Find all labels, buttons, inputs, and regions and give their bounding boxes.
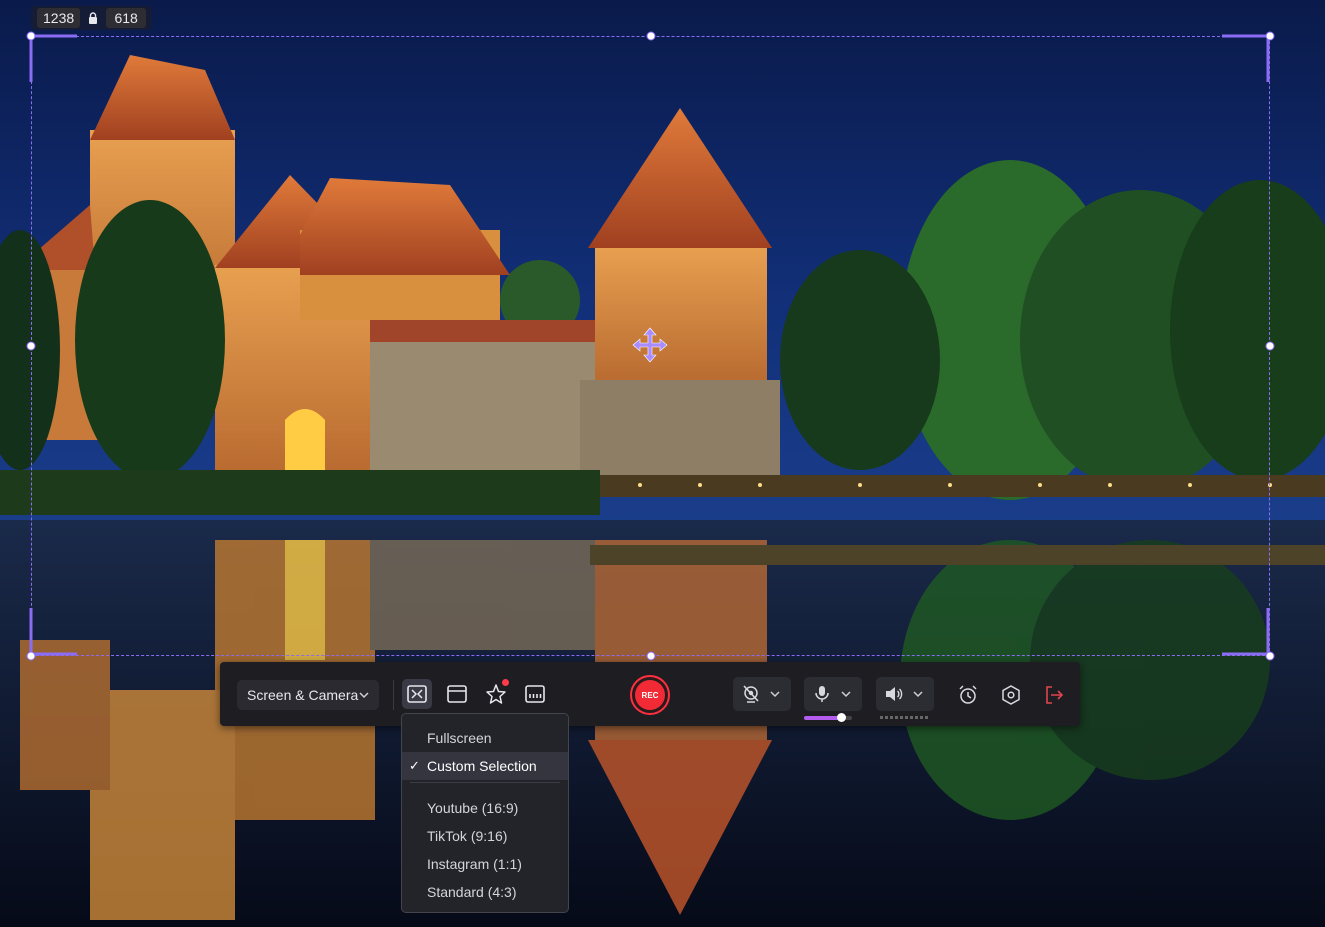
system-audio-dropdown[interactable] xyxy=(876,677,934,711)
effects-button[interactable] xyxy=(481,679,511,709)
menu-item-youtube[interactable]: Youtube (16:9) xyxy=(402,794,568,822)
webcam-dropdown[interactable] xyxy=(733,677,791,711)
chevron-down-icon xyxy=(841,691,851,698)
toolbar-divider xyxy=(393,680,394,710)
corner-bracket-top-left[interactable] xyxy=(29,34,79,84)
menu-item-standard[interactable]: Standard (4:3) xyxy=(402,878,568,906)
subtitles-icon xyxy=(525,685,545,703)
resize-handle-bottom[interactable] xyxy=(646,651,656,661)
resize-handle-bottom-left[interactable] xyxy=(26,651,36,661)
resize-handle-top-right[interactable] xyxy=(1265,31,1275,41)
exit-button[interactable] xyxy=(1041,682,1067,708)
effects-icon xyxy=(486,684,506,704)
menu-item-custom-selection[interactable]: ✓ Custom Selection xyxy=(402,752,568,780)
recording-mode-label: Screen & Camera xyxy=(247,687,359,703)
settings-icon xyxy=(1002,685,1020,705)
microphone-volume-knob[interactable] xyxy=(836,713,846,722)
selection-size-indicator: 1238 618 xyxy=(31,6,153,30)
window-capture-button[interactable] xyxy=(442,679,472,709)
resize-handle-bottom-right[interactable] xyxy=(1265,651,1275,661)
menu-item-label: Instagram (1:1) xyxy=(427,856,522,872)
recording-toolbar: Screen & Camera REC xyxy=(220,662,1080,726)
resize-handle-top[interactable] xyxy=(646,31,656,41)
chevron-down-icon xyxy=(913,691,923,698)
checkmark-icon: ✓ xyxy=(409,758,420,773)
speaker-icon xyxy=(886,687,903,701)
exit-icon xyxy=(1046,686,1064,704)
menu-item-label: Fullscreen xyxy=(427,730,492,746)
settings-button[interactable] xyxy=(998,682,1024,708)
resize-handle-top-left[interactable] xyxy=(26,31,36,41)
menu-item-label: Custom Selection xyxy=(427,758,537,774)
alarm-clock-icon xyxy=(959,685,977,704)
aspect-lock-icon[interactable] xyxy=(86,10,100,26)
menu-item-instagram[interactable]: Instagram (1:1) xyxy=(402,850,568,878)
menu-item-tiktok[interactable]: TikTok (9:16) xyxy=(402,822,568,850)
custom-region-icon xyxy=(407,685,427,703)
microphone-volume-fill xyxy=(804,716,842,720)
resize-handle-left[interactable] xyxy=(26,341,36,351)
chevron-down-icon xyxy=(359,692,369,699)
custom-region-button[interactable] xyxy=(402,679,432,709)
schedule-button[interactable] xyxy=(955,682,981,708)
menu-item-fullscreen[interactable]: Fullscreen xyxy=(402,724,568,752)
selection-width-field[interactable]: 1238 xyxy=(37,8,81,28)
move-icon[interactable] xyxy=(632,327,668,363)
chevron-down-icon xyxy=(770,691,780,698)
window-icon xyxy=(447,685,467,703)
system-audio-level-meter xyxy=(880,716,930,719)
corner-bracket-top-right[interactable] xyxy=(1222,34,1272,84)
camera-off-icon xyxy=(743,685,759,703)
microphone-dropdown[interactable] xyxy=(804,677,862,711)
record-button[interactable]: REC xyxy=(630,675,670,715)
microphone-volume-slider[interactable] xyxy=(804,713,852,722)
resize-handle-right[interactable] xyxy=(1265,341,1275,351)
microphone-icon xyxy=(815,686,829,702)
menu-divider xyxy=(410,782,560,783)
subtitles-button[interactable] xyxy=(520,679,550,709)
menu-item-label: Youtube (16:9) xyxy=(427,800,519,816)
menu-item-label: TikTok (9:16) xyxy=(427,828,508,844)
corner-bracket-bottom-right[interactable] xyxy=(1222,608,1272,658)
recording-mode-dropdown[interactable]: Screen & Camera xyxy=(237,680,379,710)
record-button-label: REC xyxy=(635,680,665,710)
capture-mode-menu: Fullscreen ✓ Custom Selection Youtube (1… xyxy=(401,713,569,913)
menu-item-label: Standard (4:3) xyxy=(427,884,517,900)
notification-dot xyxy=(502,679,509,686)
selection-height-field[interactable]: 618 xyxy=(106,8,147,28)
corner-bracket-bottom-left[interactable] xyxy=(29,608,79,658)
